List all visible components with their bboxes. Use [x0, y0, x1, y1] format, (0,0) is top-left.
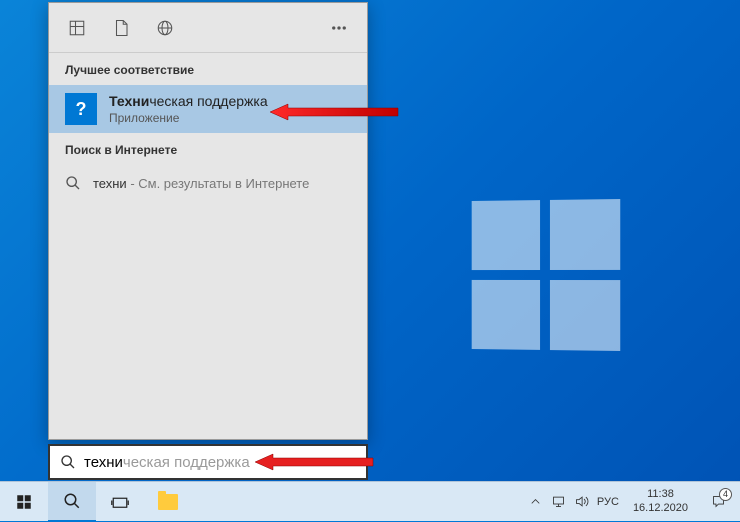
file-explorer-button[interactable]	[144, 482, 192, 522]
apps-grid-icon	[68, 19, 86, 37]
tab-more[interactable]	[317, 3, 361, 53]
network-icon[interactable]	[551, 494, 566, 509]
language-indicator[interactable]: РУС	[597, 496, 619, 508]
get-help-app-icon: ?	[65, 93, 97, 125]
task-view-button[interactable]	[96, 482, 144, 522]
web-search-result[interactable]: техни - См. результаты в Интернете	[49, 165, 367, 201]
windows-logo	[472, 199, 621, 351]
result-title: Техническая поддержка	[109, 93, 268, 109]
best-match-header: Лучшее соответствие	[49, 53, 367, 85]
task-view-icon	[111, 493, 129, 511]
search-icon	[65, 175, 81, 191]
more-icon	[330, 19, 348, 37]
search-icon	[63, 492, 81, 510]
best-match-result[interactable]: ? Техническая поддержка Приложение	[49, 85, 367, 133]
taskbar: РУС 11:38 16.12.2020 4	[0, 481, 740, 521]
action-center-button[interactable]: 4	[702, 482, 734, 522]
system-tray: РУС 11:38 16.12.2020 4	[528, 482, 740, 522]
search-text: техническая поддержка	[84, 454, 250, 471]
search-input[interactable]: техническая поддержка	[48, 444, 368, 480]
tab-all[interactable]	[55, 3, 99, 53]
start-button[interactable]	[0, 482, 48, 522]
folder-icon	[158, 494, 178, 510]
search-filter-tabs	[49, 3, 367, 53]
globe-icon	[156, 19, 174, 37]
search-button[interactable]	[48, 482, 96, 522]
web-result-text: техни - См. результаты в Интернете	[93, 176, 309, 191]
search-results-panel: Лучшее соответствие ? Техническая поддер…	[48, 2, 368, 440]
clock[interactable]: 11:38 16.12.2020	[627, 488, 694, 514]
document-icon	[112, 19, 130, 37]
windows-icon	[15, 493, 33, 511]
web-search-header: Поиск в Интернете	[49, 133, 367, 165]
result-subtitle: Приложение	[109, 111, 268, 125]
volume-icon[interactable]	[574, 494, 589, 509]
chevron-up-icon[interactable]	[528, 494, 543, 509]
notification-badge: 4	[719, 488, 732, 501]
search-icon	[60, 454, 76, 470]
tab-web[interactable]	[143, 3, 187, 53]
tab-documents[interactable]	[99, 3, 143, 53]
